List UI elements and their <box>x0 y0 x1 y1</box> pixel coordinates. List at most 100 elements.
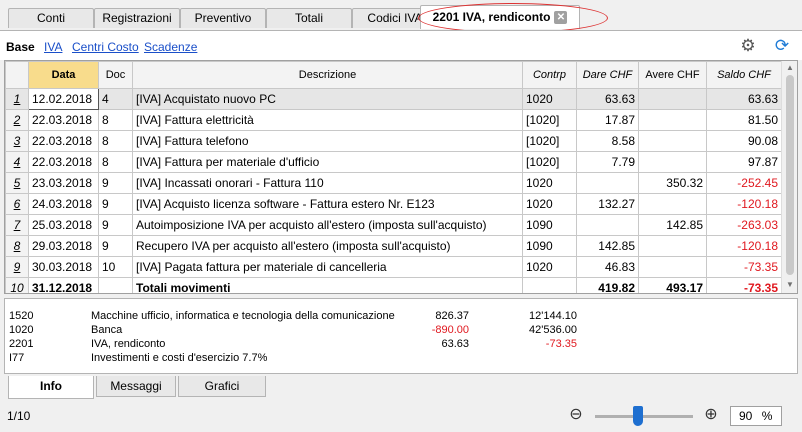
table-row[interactable]: 4 22.03.2018 8 [IVA] Fattura per materiale … <box>5 151 782 173</box>
zoom-in-icon[interactable]: ⊕ <box>701 405 721 425</box>
header-saldo-chf[interactable]: Saldo CHF <box>706 61 782 89</box>
tab-messaggi[interactable]: Messaggi <box>96 376 176 397</box>
cell-saldo[interactable]: -120.18 <box>706 235 782 257</box>
table-row[interactable]: 1 12.02.2018 4 [IVA] Acquistato nuovo PC 102… <box>5 88 782 110</box>
tab-2201-iva-rendiconto[interactable]: 2201 IVA, rendiconto ✕ <box>420 5 580 29</box>
cell-avere[interactable] <box>638 151 707 173</box>
row-number[interactable]: 7 <box>5 214 29 236</box>
cell-doc[interactable]: 8 <box>98 130 133 152</box>
zoom-slider-thumb[interactable] <box>633 406 643 426</box>
cell-saldo[interactable]: -120.18 <box>706 193 782 215</box>
table-row[interactable]: 5 23.03.2018 9 [IVA] Incassati onorari - Fa… <box>5 172 782 194</box>
row-number[interactable]: 3 <box>5 130 29 152</box>
cell-saldo[interactable]: 81.50 <box>706 109 782 131</box>
cell-descrizione[interactable]: [IVA] Acquistato nuovo PC <box>132 88 523 110</box>
cell-doc[interactable]: 4 <box>98 88 133 110</box>
cell-saldo[interactable]: 97.87 <box>706 151 782 173</box>
cell-contrp[interactable] <box>522 277 577 293</box>
cell-avere[interactable]: 350.32 <box>638 172 707 194</box>
close-icon[interactable]: ✕ <box>554 11 568 25</box>
row-number[interactable]: 1 <box>5 88 29 110</box>
cell-doc[interactable] <box>98 277 133 293</box>
cell-dare[interactable]: 63.63 <box>576 88 639 110</box>
header-contrp[interactable]: Contrp <box>522 61 577 89</box>
cell-saldo[interactable]: 90.08 <box>706 130 782 152</box>
cell-saldo[interactable]: 63.63 <box>706 88 782 110</box>
view-iva[interactable]: IVA <box>44 40 62 54</box>
header-data[interactable]: Data <box>28 61 99 89</box>
cell-contrp[interactable]: [1020] <box>522 109 577 131</box>
cell-descrizione[interactable]: [IVA] Acquisto licenza software - Fattur… <box>132 193 523 215</box>
tab-registrazioni[interactable]: Registrazioni <box>94 8 180 28</box>
header-dare-chf[interactable]: Dare CHF <box>576 61 639 89</box>
table-row[interactable]: 7 25.03.2018 9 Autoimposizione IVA per acqu… <box>5 214 782 236</box>
cell-saldo[interactable]: -263.03 <box>706 214 782 236</box>
cell-descrizione[interactable]: [IVA] Fattura elettricità <box>132 109 523 131</box>
row-number[interactable]: 6 <box>5 193 29 215</box>
cell-data[interactable]: 22.03.2018 <box>28 109 99 131</box>
cell-data[interactable]: 25.03.2018 <box>28 214 99 236</box>
cell-data[interactable]: 24.03.2018 <box>28 193 99 215</box>
cell-dare[interactable]: 46.83 <box>576 256 639 278</box>
cell-data[interactable]: 22.03.2018 <box>28 151 99 173</box>
cell-dare[interactable]: 419.82 <box>576 277 639 293</box>
cell-saldo[interactable]: -73.35 <box>706 277 782 293</box>
row-number[interactable]: 5 <box>5 172 29 194</box>
cell-contrp[interactable]: 1090 <box>522 214 577 236</box>
cell-doc[interactable]: 9 <box>98 235 133 257</box>
cell-doc[interactable]: 8 <box>98 109 133 131</box>
zoom-slider[interactable] <box>595 415 693 418</box>
table-row[interactable]: 2 22.03.2018 8 [IVA] Fattura elettricità [10… <box>5 109 782 131</box>
cell-data[interactable]: 29.03.2018 <box>28 235 99 257</box>
tab-totali[interactable]: Totali <box>266 8 352 28</box>
cell-doc[interactable]: 9 <box>98 172 133 194</box>
refresh-icon[interactable]: ⟳ <box>772 36 792 56</box>
table-row[interactable]: 6 24.03.2018 9 [IVA] Acquisto licenza softw… <box>5 193 782 215</box>
cell-contrp[interactable]: [1020] <box>522 130 577 152</box>
cell-avere[interactable] <box>638 256 707 278</box>
cell-descrizione[interactable]: Autoimposizione IVA per acquisto all'est… <box>132 214 523 236</box>
cell-contrp[interactable]: 1020 <box>522 256 577 278</box>
row-number[interactable]: 8 <box>5 235 29 257</box>
cell-doc[interactable]: 9 <box>98 193 133 215</box>
cell-dare[interactable]: 17.87 <box>576 109 639 131</box>
cell-dare[interactable]: 7.79 <box>576 151 639 173</box>
cell-avere[interactable] <box>638 193 707 215</box>
cell-dare[interactable]: 142.85 <box>576 235 639 257</box>
row-number[interactable]: 9 <box>5 256 29 278</box>
view-base[interactable]: Base <box>6 40 35 54</box>
cell-avere[interactable] <box>638 88 707 110</box>
view-scadenze[interactable]: Scadenze <box>144 40 197 54</box>
zoom-level-field[interactable]: 90 % <box>730 406 782 426</box>
cell-avere[interactable] <box>638 235 707 257</box>
vertical-scrollbar[interactable]: ▲ ▼ <box>781 61 797 293</box>
cell-data[interactable]: 30.03.2018 <box>28 256 99 278</box>
totals-row[interactable]: 10 31.12.2018 Totali movimenti 419.82 493.17… <box>5 277 782 293</box>
cell-avere[interactable]: 142.85 <box>638 214 707 236</box>
table-row[interactable]: 8 29.03.2018 9 Recupero IVA per acquisto al… <box>5 235 782 257</box>
header-doc[interactable]: Doc <box>98 61 133 89</box>
cell-data[interactable]: 12.02.2018 <box>28 88 99 110</box>
header-descrizione[interactable]: Descrizione <box>132 61 523 89</box>
cell-data[interactable]: 23.03.2018 <box>28 172 99 194</box>
cell-data[interactable]: 31.12.2018 <box>28 277 99 293</box>
cell-dare[interactable] <box>576 172 639 194</box>
cell-contrp[interactable]: [1020] <box>522 151 577 173</box>
cell-avere[interactable]: 493.17 <box>638 277 707 293</box>
view-centri-costo[interactable]: Centri Costo <box>72 40 139 54</box>
gear-icon[interactable]: ⚙ <box>738 36 758 56</box>
cell-descrizione[interactable]: [IVA] Fattura per materiale d'ufficio <box>132 151 523 173</box>
cell-contrp[interactable]: 1020 <box>522 172 577 194</box>
cell-contrp[interactable]: 1090 <box>522 235 577 257</box>
tab-preventivo[interactable]: Preventivo <box>180 8 266 28</box>
cell-dare[interactable]: 8.58 <box>576 130 639 152</box>
tab-conti[interactable]: Conti <box>8 8 94 28</box>
tab-info[interactable]: Info <box>8 376 94 399</box>
table-row[interactable]: 3 22.03.2018 8 [IVA] Fattura telefono [1020]… <box>5 130 782 152</box>
scroll-up-icon[interactable]: ▲ <box>785 62 795 74</box>
cell-avere[interactable] <box>638 109 707 131</box>
row-number[interactable]: 10 <box>5 277 29 293</box>
scrollbar-thumb[interactable] <box>786 75 794 275</box>
cell-data[interactable]: 22.03.2018 <box>28 130 99 152</box>
tab-grafici[interactable]: Grafici <box>178 376 266 397</box>
